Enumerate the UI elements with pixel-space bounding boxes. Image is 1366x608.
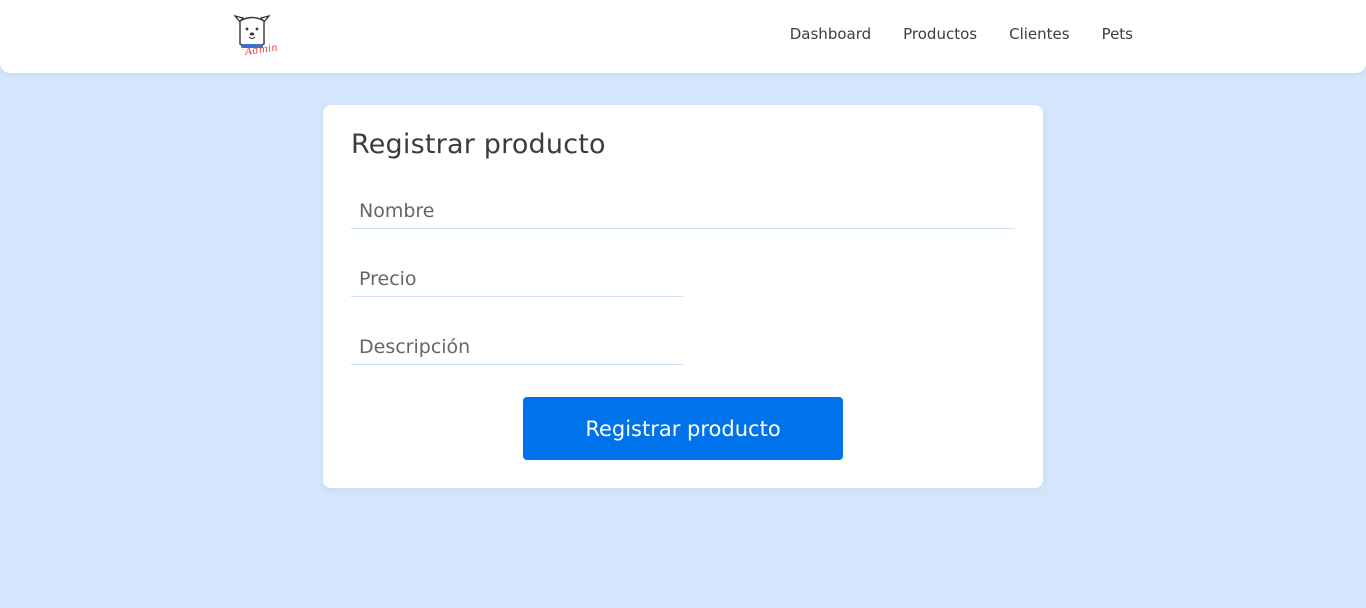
nombre-input[interactable] [351, 193, 1015, 229]
dog-logo[interactable]: Admin [231, 12, 283, 58]
nav-link-pets[interactable]: Pets [1102, 24, 1133, 44]
register-product-button[interactable]: Registrar producto [523, 397, 843, 460]
nav-link-productos[interactable]: Productos [903, 24, 977, 44]
form-title: Registrar producto [351, 129, 606, 160]
descripcion-input[interactable] [351, 329, 683, 365]
nav-link-clientes[interactable]: Clientes [1009, 24, 1069, 44]
precio-input[interactable] [351, 261, 683, 297]
dog-logo-icon: Admin [233, 14, 278, 58]
nav-link-dashboard[interactable]: Dashboard [790, 24, 871, 44]
register-product-card: Registrar producto Registrar producto [323, 105, 1043, 488]
main-nav: Dashboard Productos Clientes Pets [790, 24, 1133, 44]
top-navbar: Admin Dashboard Productos Clientes Pets [0, 0, 1366, 73]
